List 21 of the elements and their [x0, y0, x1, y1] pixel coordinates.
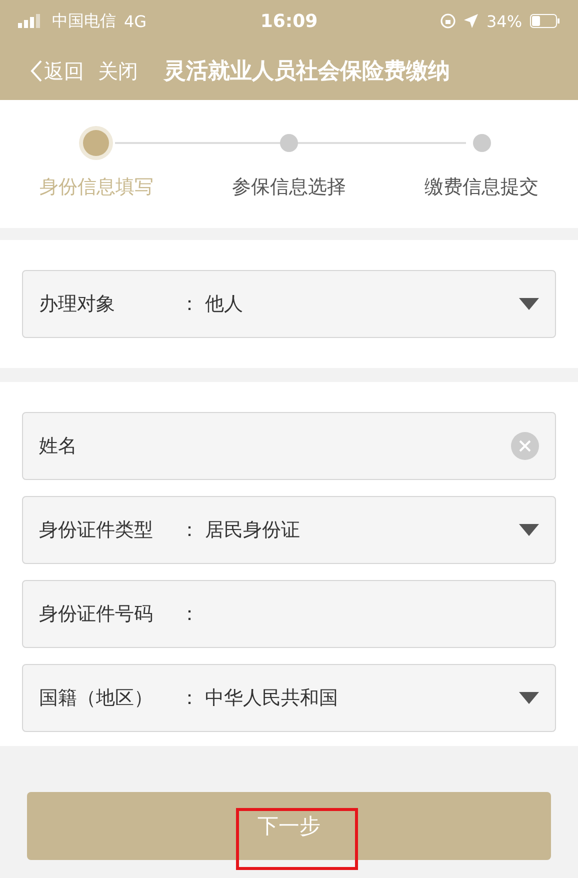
dropdown-icon: [519, 524, 539, 536]
rotation-lock-icon: [440, 13, 456, 29]
step-label: 身份信息填写: [39, 175, 154, 200]
select-field[interactable]: 国籍（地区） ： 中华人民共和国: [22, 664, 556, 732]
battery-icon: [530, 14, 560, 28]
battery-percent: 34%: [486, 12, 522, 30]
input-field[interactable]: 身份证件号码 ：: [22, 580, 556, 648]
dropdown-icon: [519, 298, 539, 310]
select-field[interactable]: 办理对象 ： 他人: [22, 270, 556, 338]
clock-time: 16:09: [260, 10, 318, 32]
location-icon: [464, 14, 478, 28]
network-type: 4G: [124, 12, 147, 30]
clear-icon[interactable]: [511, 432, 539, 460]
step-label: 参保信息选择: [232, 175, 346, 200]
dropdown-icon: [519, 692, 539, 704]
input-field[interactable]: 姓名: [22, 412, 556, 480]
step-label: 缴费信息提交: [424, 175, 539, 200]
chevron-left-icon: [30, 60, 42, 82]
carrier-name: 中国电信: [52, 10, 116, 32]
page-title: 灵活就业人员社会保险费缴纳: [164, 58, 450, 86]
select-field[interactable]: 身份证件类型 ： 居民身份证: [22, 496, 556, 564]
